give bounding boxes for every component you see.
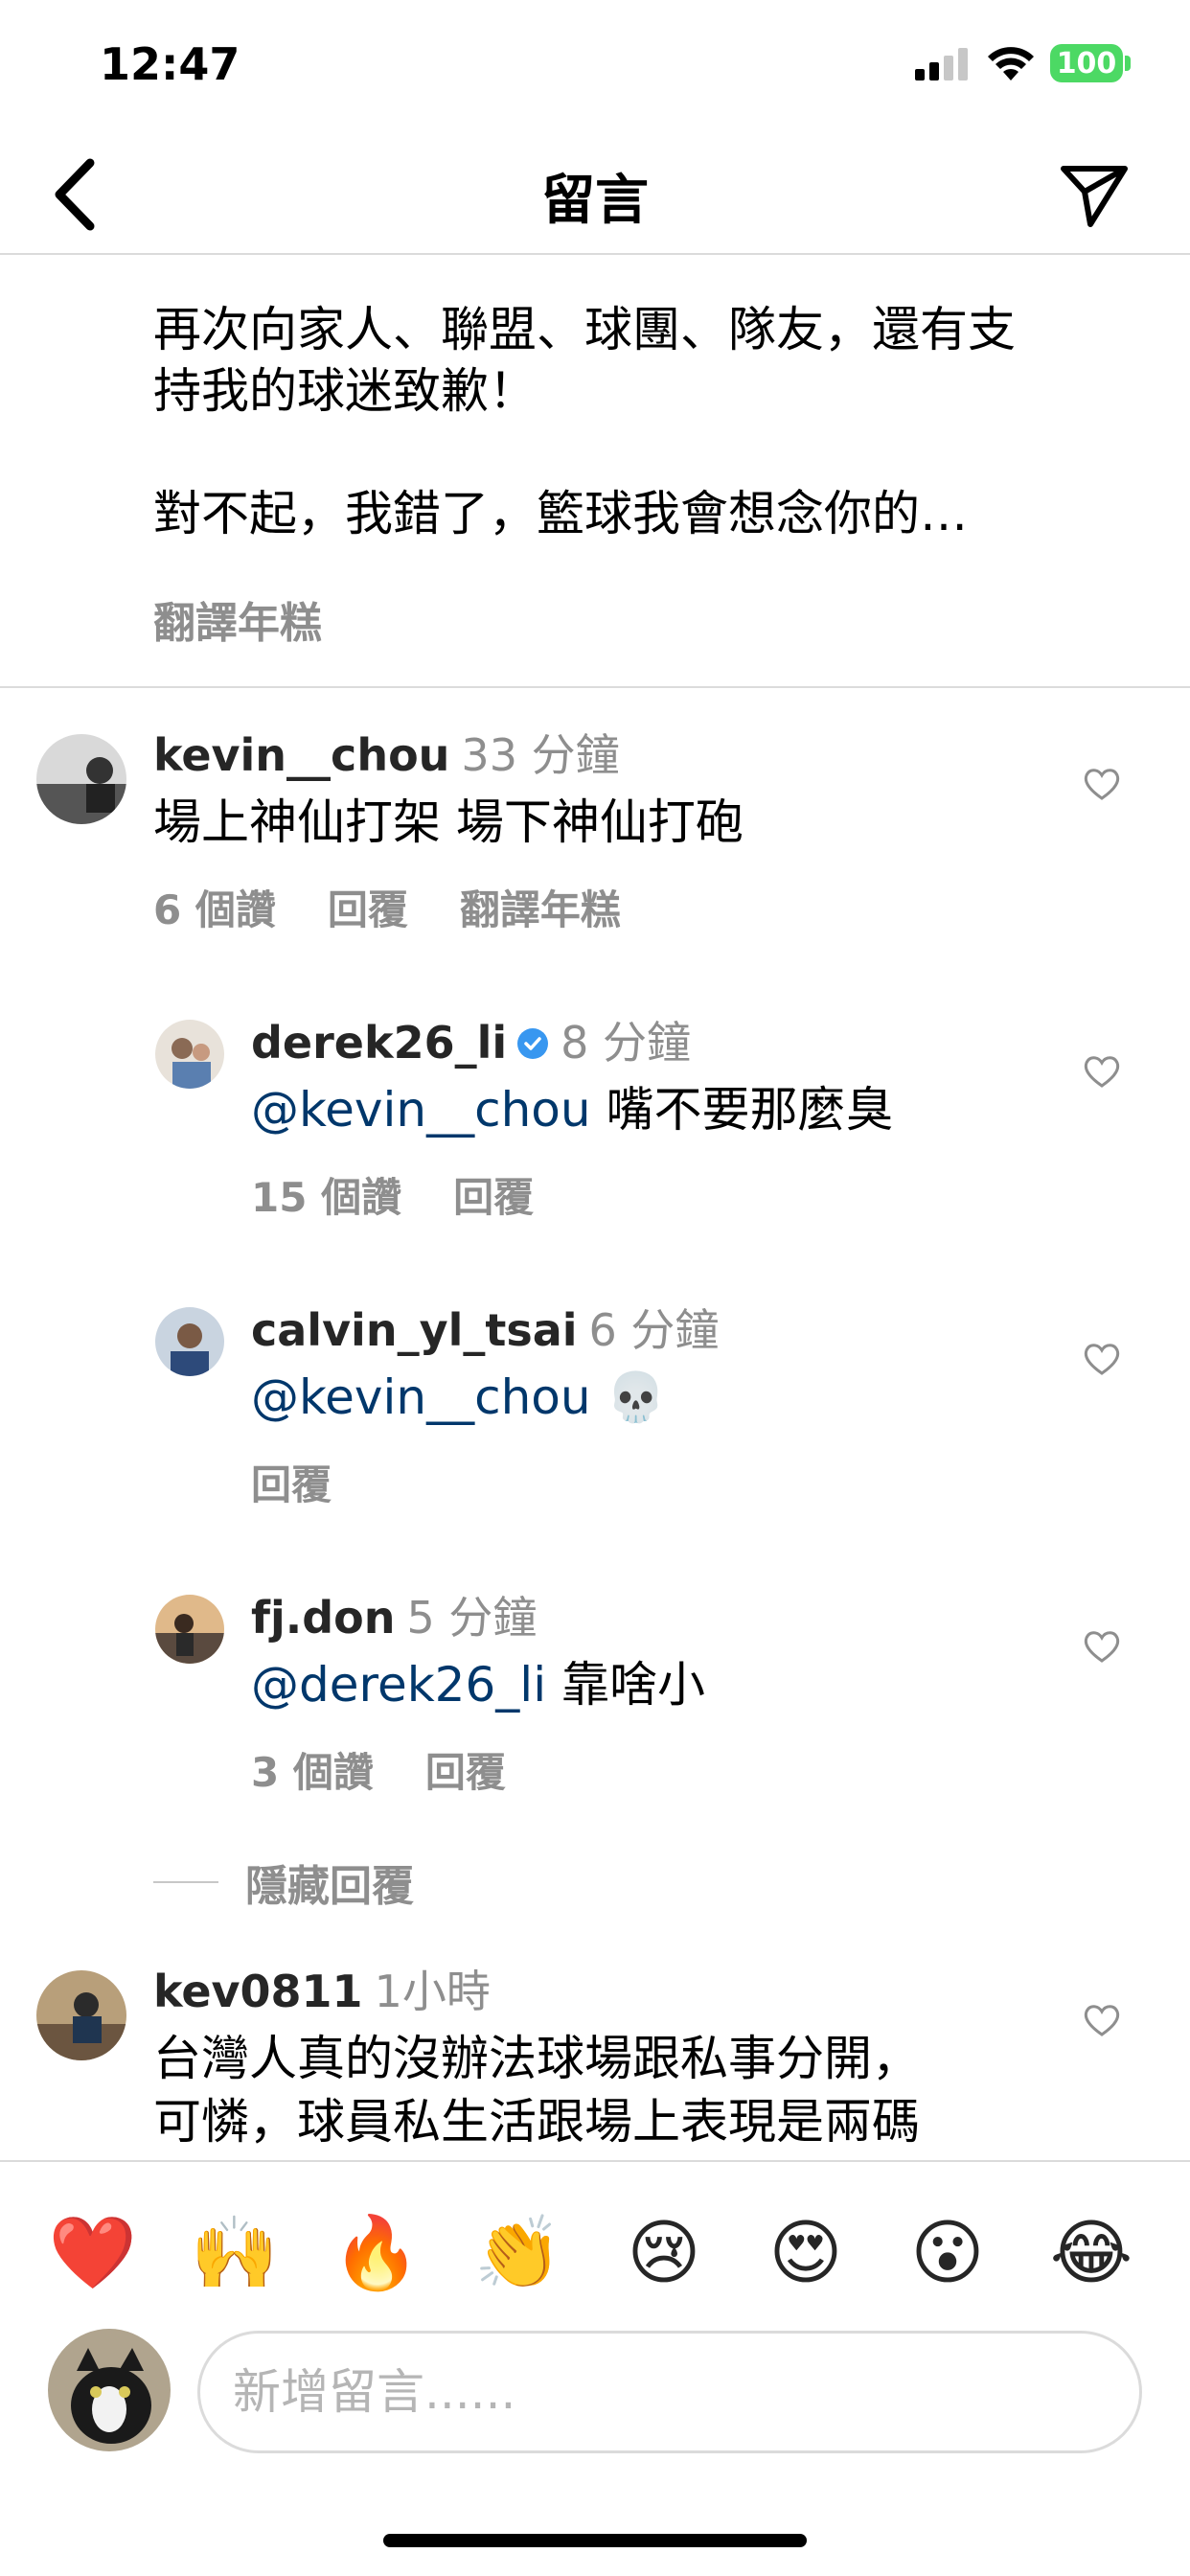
heart-outline-icon[interactable] (1083, 1052, 1121, 1091)
mention-link[interactable]: @kevin__chou (251, 1082, 591, 1138)
reply-button[interactable]: 回覆 (453, 1174, 534, 1221)
heart-outline-icon[interactable] (1083, 765, 1121, 803)
comment-text-line: 可憐，球員私生活跟場上表現是兩碼 (153, 2094, 920, 2150)
emoji-surprised-button[interactable]: 😮 (895, 2200, 1000, 2306)
divider (0, 686, 1190, 688)
paper-plane-icon[interactable] (1056, 155, 1133, 232)
comment-input[interactable] (197, 2331, 1142, 2453)
reply-body: 嘴不要那麼臭 (590, 1082, 894, 1138)
comment-header: kevin__chou 33 分鐘 (153, 728, 620, 782)
comment-header: kev0811 1小時 (153, 1965, 491, 2018)
hide-replies-line (153, 1881, 218, 1883)
navigation-bar: 留言 (0, 134, 1190, 255)
reply-username[interactable]: derek26_li (251, 1017, 507, 1069)
reply-time: 8 分鐘 (561, 1017, 692, 1069)
heart-outline-icon[interactable] (1083, 2001, 1121, 2039)
emoji-clap-button[interactable]: 👏 (466, 2200, 571, 2306)
caption-line (153, 422, 1121, 483)
emoji-raised-hands-button[interactable]: 🙌 (182, 2200, 287, 2306)
mention-link[interactable]: @kevin__chou (251, 1369, 591, 1425)
comment-time: 1小時 (374, 1966, 491, 2017)
heart-outline-icon[interactable] (1083, 1340, 1121, 1378)
reply-time: 5 分鐘 (406, 1592, 538, 1644)
avatar[interactable] (155, 1595, 224, 1664)
reply-text: @kevin__chou 💀 (251, 1367, 666, 1428)
battery-indicator: 100 (1050, 44, 1123, 82)
like-count[interactable]: 6 個讚 (153, 886, 276, 933)
mention-link[interactable]: @derek26_li (251, 1657, 546, 1713)
emoji-quick-bar: ❤️ 🙌 🔥 👏 😢 😍 😮 😂 (0, 2200, 1190, 2306)
post-caption: 再次向家人、聯盟、球團、隊友，還有支 持我的球迷致歉！ 對不起，我錯了，籃球我會… (153, 299, 1121, 544)
hide-replies-button[interactable]: 隱藏回覆 (153, 1855, 414, 1911)
comment-text: 場上神仙打架 場下神仙打砲 (153, 794, 744, 850)
reply-text: @derek26_li 靠啥小 (251, 1654, 705, 1715)
reply-body: 靠啥小 (546, 1657, 705, 1713)
reply-text: @kevin__chou 嘴不要那麼臭 (251, 1079, 893, 1140)
reply-button[interactable]: 回覆 (425, 1749, 506, 1796)
battery-nub (1125, 56, 1131, 71)
reply-header: derek26_li 8 分鐘 (251, 1016, 691, 1070)
reply-button[interactable]: 回覆 (328, 886, 408, 933)
caption-line: 再次向家人、聯盟、球團、隊友，還有支 (153, 302, 1016, 357)
avatar[interactable] (155, 1020, 224, 1089)
comment-time: 33 分鐘 (461, 729, 620, 781)
emoji-heart-button[interactable]: ❤️ (40, 2200, 146, 2306)
caption-translate-link[interactable]: 翻譯年糕 (153, 588, 322, 650)
caption-line: 對不起，我錯了，籃球我會想念你的… (153, 486, 968, 541)
emoji-heart-eyes-button[interactable]: 😍 (753, 2200, 858, 2306)
avatar[interactable] (36, 1970, 126, 2060)
page-title: 留言 (541, 170, 649, 232)
reply-actions: 回覆 (251, 1453, 383, 1511)
emoji-fire-button[interactable]: 🔥 (324, 2200, 429, 2306)
heart-outline-icon[interactable] (1083, 1627, 1121, 1666)
like-count[interactable]: 15 個讚 (251, 1174, 401, 1221)
current-user-avatar (48, 2329, 171, 2451)
reply-button[interactable]: 回覆 (251, 1461, 332, 1508)
status-bar: 12:47 100 (0, 0, 1190, 134)
reply-actions: 3 個讚 回覆 (251, 1740, 558, 1799)
comment-actions: 6 個讚 回覆 翻譯年糕 (153, 878, 673, 936)
avatar[interactable] (155, 1307, 224, 1376)
reply-username[interactable]: fj.don (251, 1592, 396, 1644)
reply-header: calvin_yl_tsai 6 分鐘 (251, 1303, 719, 1357)
status-time: 12:47 (100, 38, 240, 90)
comment-composer: ❤️ 🙌 🔥 👏 😢 😍 😮 😂 (0, 2160, 1190, 2576)
reply-body: 💀 (590, 1369, 666, 1425)
cellular-signal-icon (915, 48, 968, 80)
home-indicator (383, 2534, 807, 2547)
emoji-laughing-button[interactable]: 😂 (1039, 2200, 1144, 2306)
hide-replies-label: 隱藏回覆 (245, 1862, 414, 1911)
reply-username[interactable]: calvin_yl_tsai (251, 1304, 578, 1356)
avatar[interactable] (36, 734, 126, 824)
reply-header: fj.don 5 分鐘 (251, 1591, 537, 1644)
emoji-crying-button[interactable]: 😢 (611, 2200, 717, 2306)
caption-line: 持我的球迷致歉！ (153, 363, 537, 419)
comment-username[interactable]: kev0811 (153, 1966, 363, 2017)
translate-button[interactable]: 翻譯年糕 (460, 886, 621, 933)
comment-text-line: 台灣人真的沒辦法球場跟私事分開， (153, 2031, 920, 2086)
comment-username[interactable]: kevin__chou (153, 729, 449, 781)
reply-actions: 15 個讚 回覆 (251, 1165, 585, 1224)
verified-badge-icon (517, 1027, 549, 1059)
reply-time: 6 分鐘 (588, 1304, 720, 1356)
like-count[interactable]: 3 個讚 (251, 1749, 374, 1796)
wifi-icon (988, 47, 1034, 80)
